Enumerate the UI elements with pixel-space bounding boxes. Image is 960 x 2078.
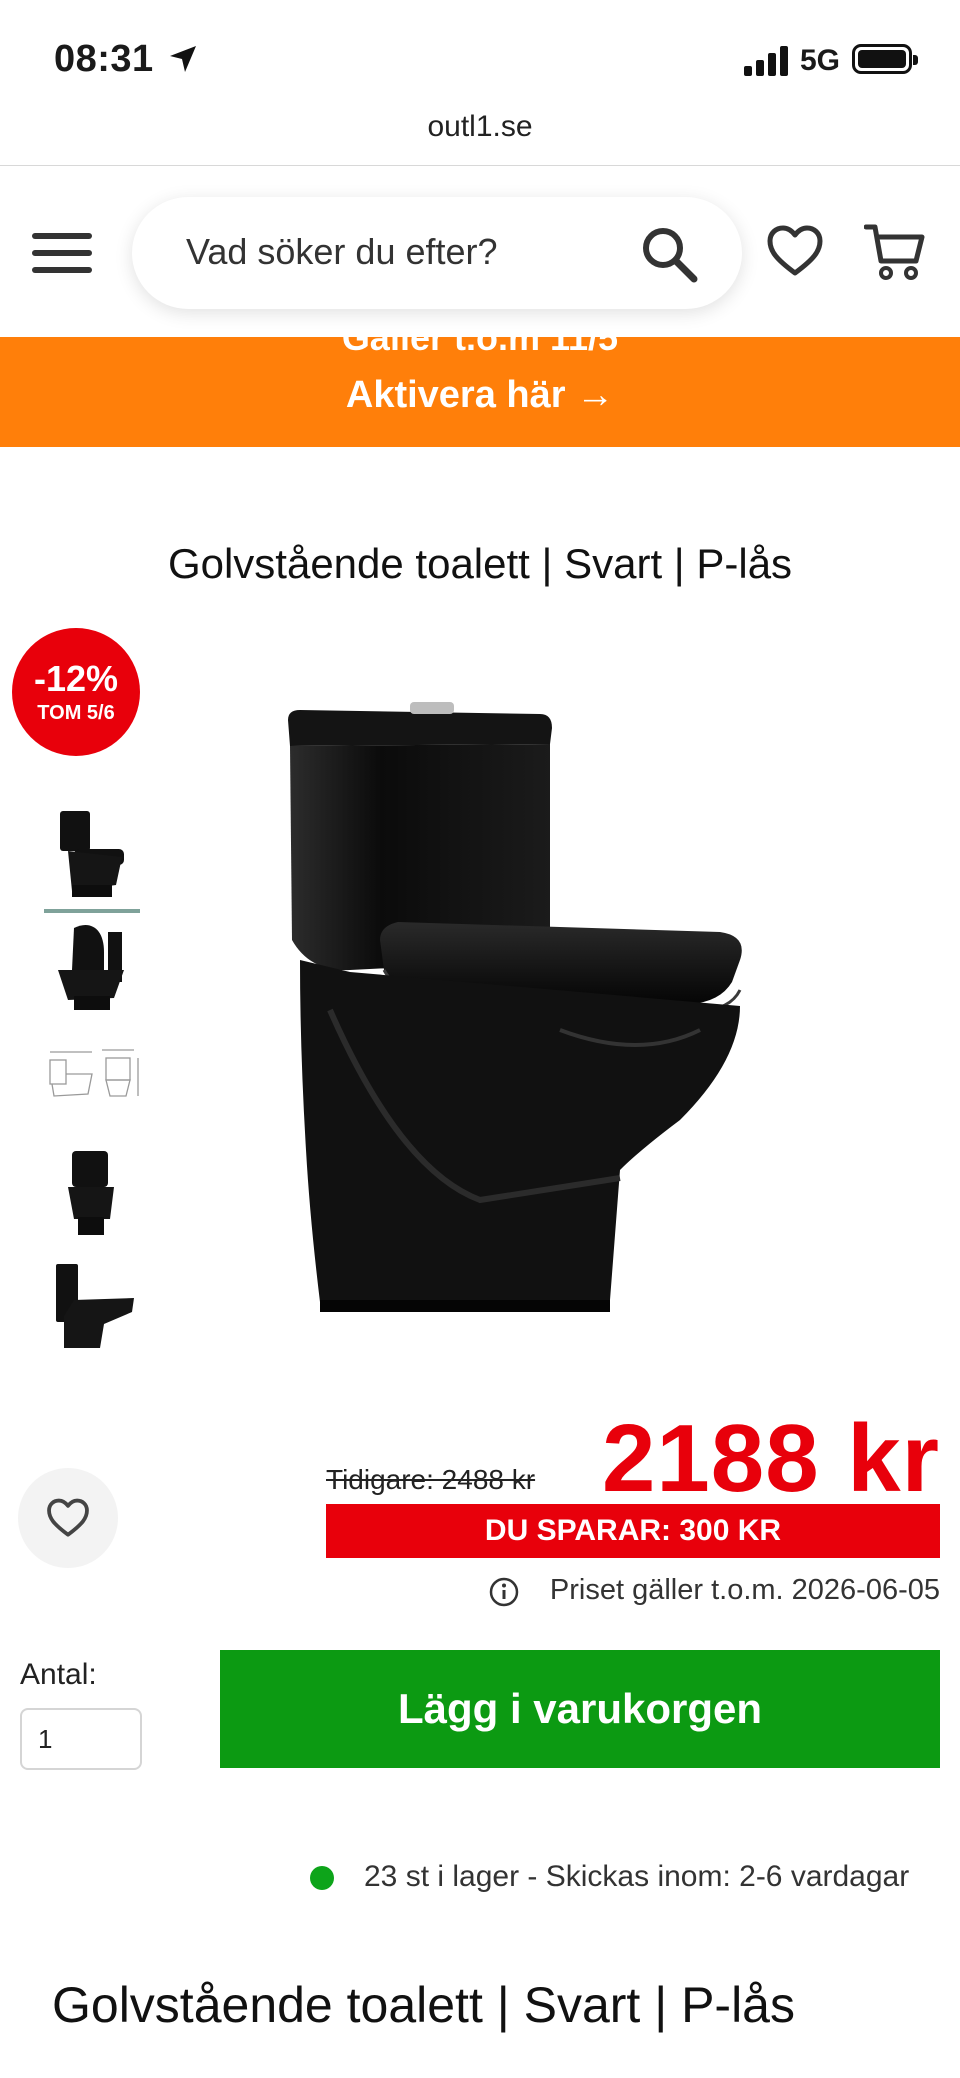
quantity-label: Antal:: [20, 1658, 97, 1691]
heart-icon: [47, 1498, 89, 1537]
toilet-thumbnail-image: [56, 1264, 134, 1348]
thumbnail-1[interactable]: [44, 805, 140, 913]
product-title: Golvstående toalett | Svart | P-lås: [167, 540, 793, 587]
discount-percent: -12%: [33, 658, 119, 699]
signal-strength-icon: [744, 46, 790, 76]
promo-banner[interactable]: Gäller t.o.m 11/5 Aktivera här →: [0, 337, 960, 447]
product-main-image[interactable]: [200, 700, 810, 1340]
toilet-thumbnail-image: [68, 1151, 114, 1235]
search-box[interactable]: [132, 197, 742, 309]
discount-badge: -12% TOM 5/6: [12, 628, 140, 756]
current-price: 2188 kr: [602, 1405, 940, 1512]
quantity-input[interactable]: [20, 1708, 142, 1770]
search-input[interactable]: [186, 231, 646, 273]
thumbnail-5[interactable]: [44, 1256, 140, 1356]
promo-validity: Gäller t.o.m 11/5: [341, 337, 619, 358]
url-bar[interactable]: outl1.se: [0, 110, 960, 166]
wishlist-heart-icon[interactable]: [766, 225, 824, 277]
location-arrow-icon: [170, 46, 196, 72]
thumbnail-3[interactable]: [44, 1030, 140, 1130]
toilet-thumbnail-image: [58, 925, 124, 1010]
add-to-wishlist-button[interactable]: [18, 1468, 118, 1568]
network-type: 5G: [800, 44, 841, 77]
status-time: 08:31: [54, 38, 154, 80]
url-text: outl1.se: [427, 110, 533, 143]
stock-status-dot: [310, 1866, 334, 1890]
technical-drawing-thumbnail-image: [49, 1049, 139, 1097]
thumbnail-4[interactable]: [44, 1143, 140, 1243]
search-icon[interactable]: [640, 225, 698, 283]
site-header: [0, 167, 960, 337]
discount-until: TOM 5/6: [37, 702, 115, 724]
thumbnail-2[interactable]: [44, 918, 140, 1018]
toilet-thumbnail-image: [60, 811, 124, 897]
stock-status-text: 23 st i lager - Skickas inom: 2-6 vardag…: [364, 1860, 910, 1893]
promo-activate-link[interactable]: Aktivera här →: [0, 374, 960, 417]
add-to-cart-button[interactable]: Lägg i varukorgen: [220, 1650, 940, 1768]
price-valid-note: Priset gäller t.o.m. 2026-06-05: [549, 1574, 940, 1606]
product-title-secondary: Golvstående toalett | Svart | P-lås: [52, 1977, 795, 2033]
saving-banner: DU SPARAR: 300 KR: [326, 1504, 940, 1558]
info-icon[interactable]: [488, 1576, 520, 1608]
old-price: Tidigare: 2488 kr: [326, 1464, 536, 1495]
hamburger-menu-icon[interactable]: [32, 233, 92, 273]
status-bar: 08:31 5G: [0, 0, 960, 116]
shopping-cart-icon[interactable]: [864, 221, 926, 283]
battery-icon: [852, 44, 918, 74]
